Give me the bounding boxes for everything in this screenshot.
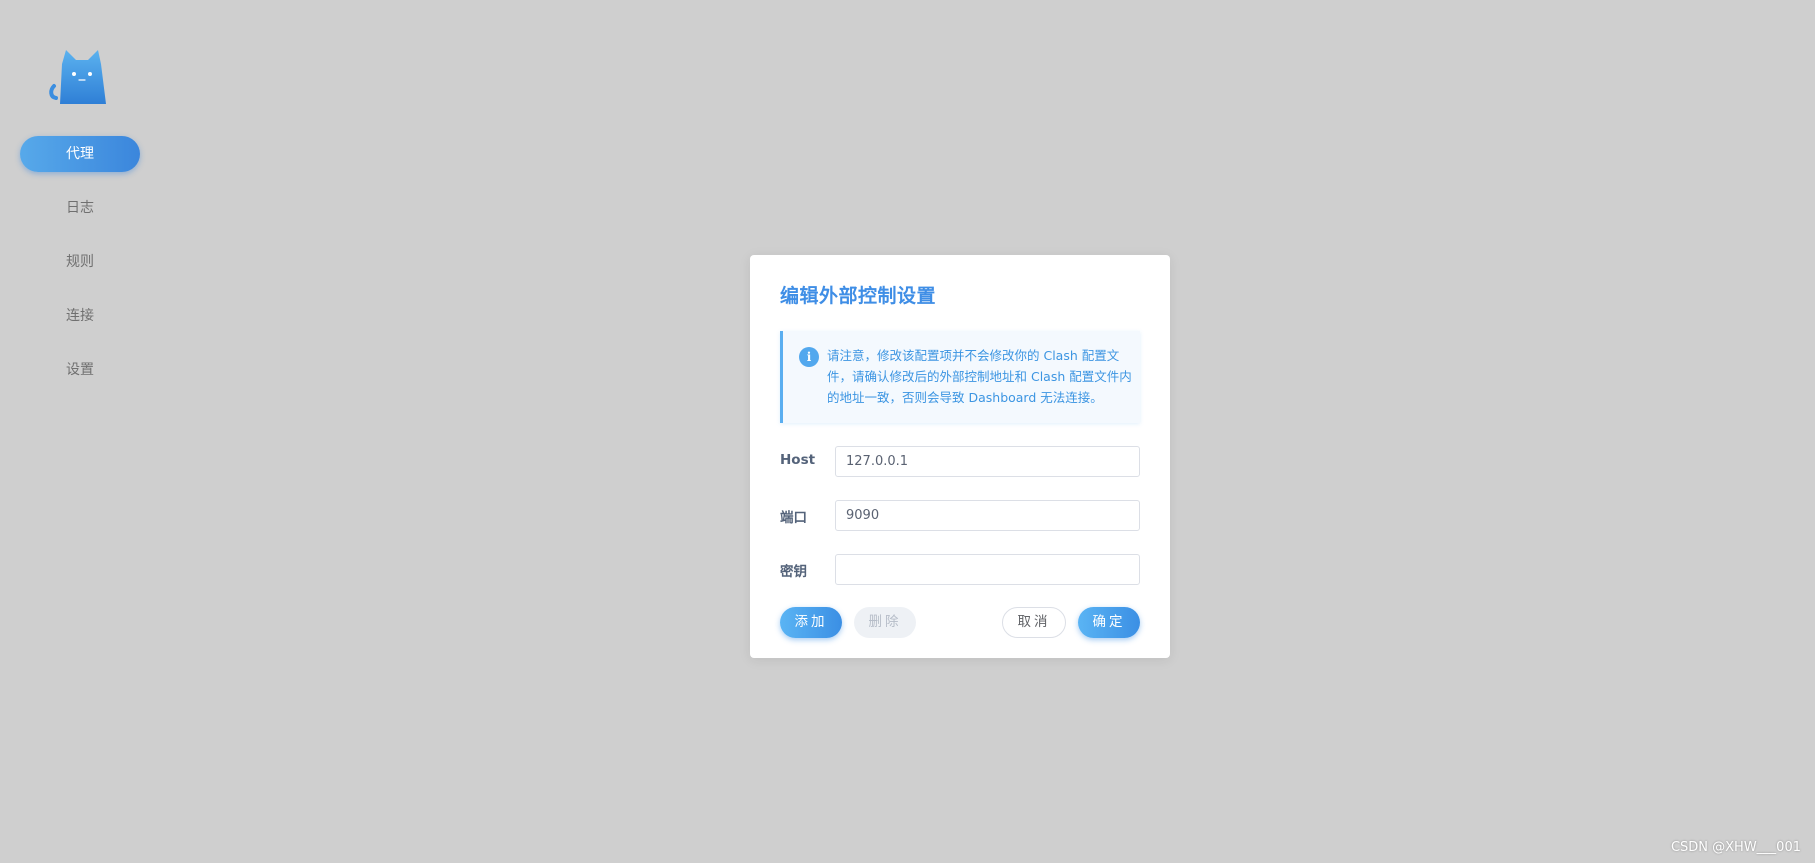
- external-control-dialog: 编辑外部控制设置 i 请注意，修改该配置项并不会修改你的 Clash 配置文件，…: [750, 255, 1170, 658]
- info-alert: i 请注意，修改该配置项并不会修改你的 Clash 配置文件，请确认修改后的外部…: [780, 331, 1140, 423]
- cat-logo-icon: [49, 50, 106, 104]
- port-label: 端口: [780, 510, 807, 526]
- host-label: Host: [780, 452, 816, 468]
- watermark: CSDN @XHW___001: [1670, 840, 1801, 855]
- alert-text: 请注意，修改该配置项并不会修改你的 Clash 配置文件，请确认修改后的外部控制…: [827, 348, 1132, 405]
- info-icon: i: [799, 347, 819, 367]
- delete-button[interactable]: 删除: [854, 607, 916, 638]
- sidebar-item-settings[interactable]: 设置: [20, 352, 140, 388]
- sidebar-item-logs[interactable]: 日志: [20, 190, 140, 226]
- sidebar: 代理 日志 规则 连接 设置: [0, 0, 160, 863]
- host-input[interactable]: [835, 446, 1140, 477]
- confirm-button[interactable]: 确定: [1078, 607, 1140, 638]
- cancel-button[interactable]: 取消: [1002, 607, 1066, 638]
- secret-input[interactable]: [835, 554, 1140, 585]
- add-button[interactable]: 添加: [780, 607, 842, 638]
- sidebar-item-rules[interactable]: 规则: [20, 244, 140, 280]
- sidebar-item-proxy[interactable]: 代理: [20, 136, 140, 172]
- app-window: 代理 日志 规则 连接 设置 编辑外部控制设置 i 请注意，修改该配置项并不会修…: [0, 0, 1815, 863]
- sidebar-item-connections[interactable]: 连接: [20, 298, 140, 334]
- dialog-title: 编辑外部控制设置: [780, 285, 937, 307]
- secret-label: 密钥: [780, 564, 807, 580]
- port-input[interactable]: [835, 500, 1140, 531]
